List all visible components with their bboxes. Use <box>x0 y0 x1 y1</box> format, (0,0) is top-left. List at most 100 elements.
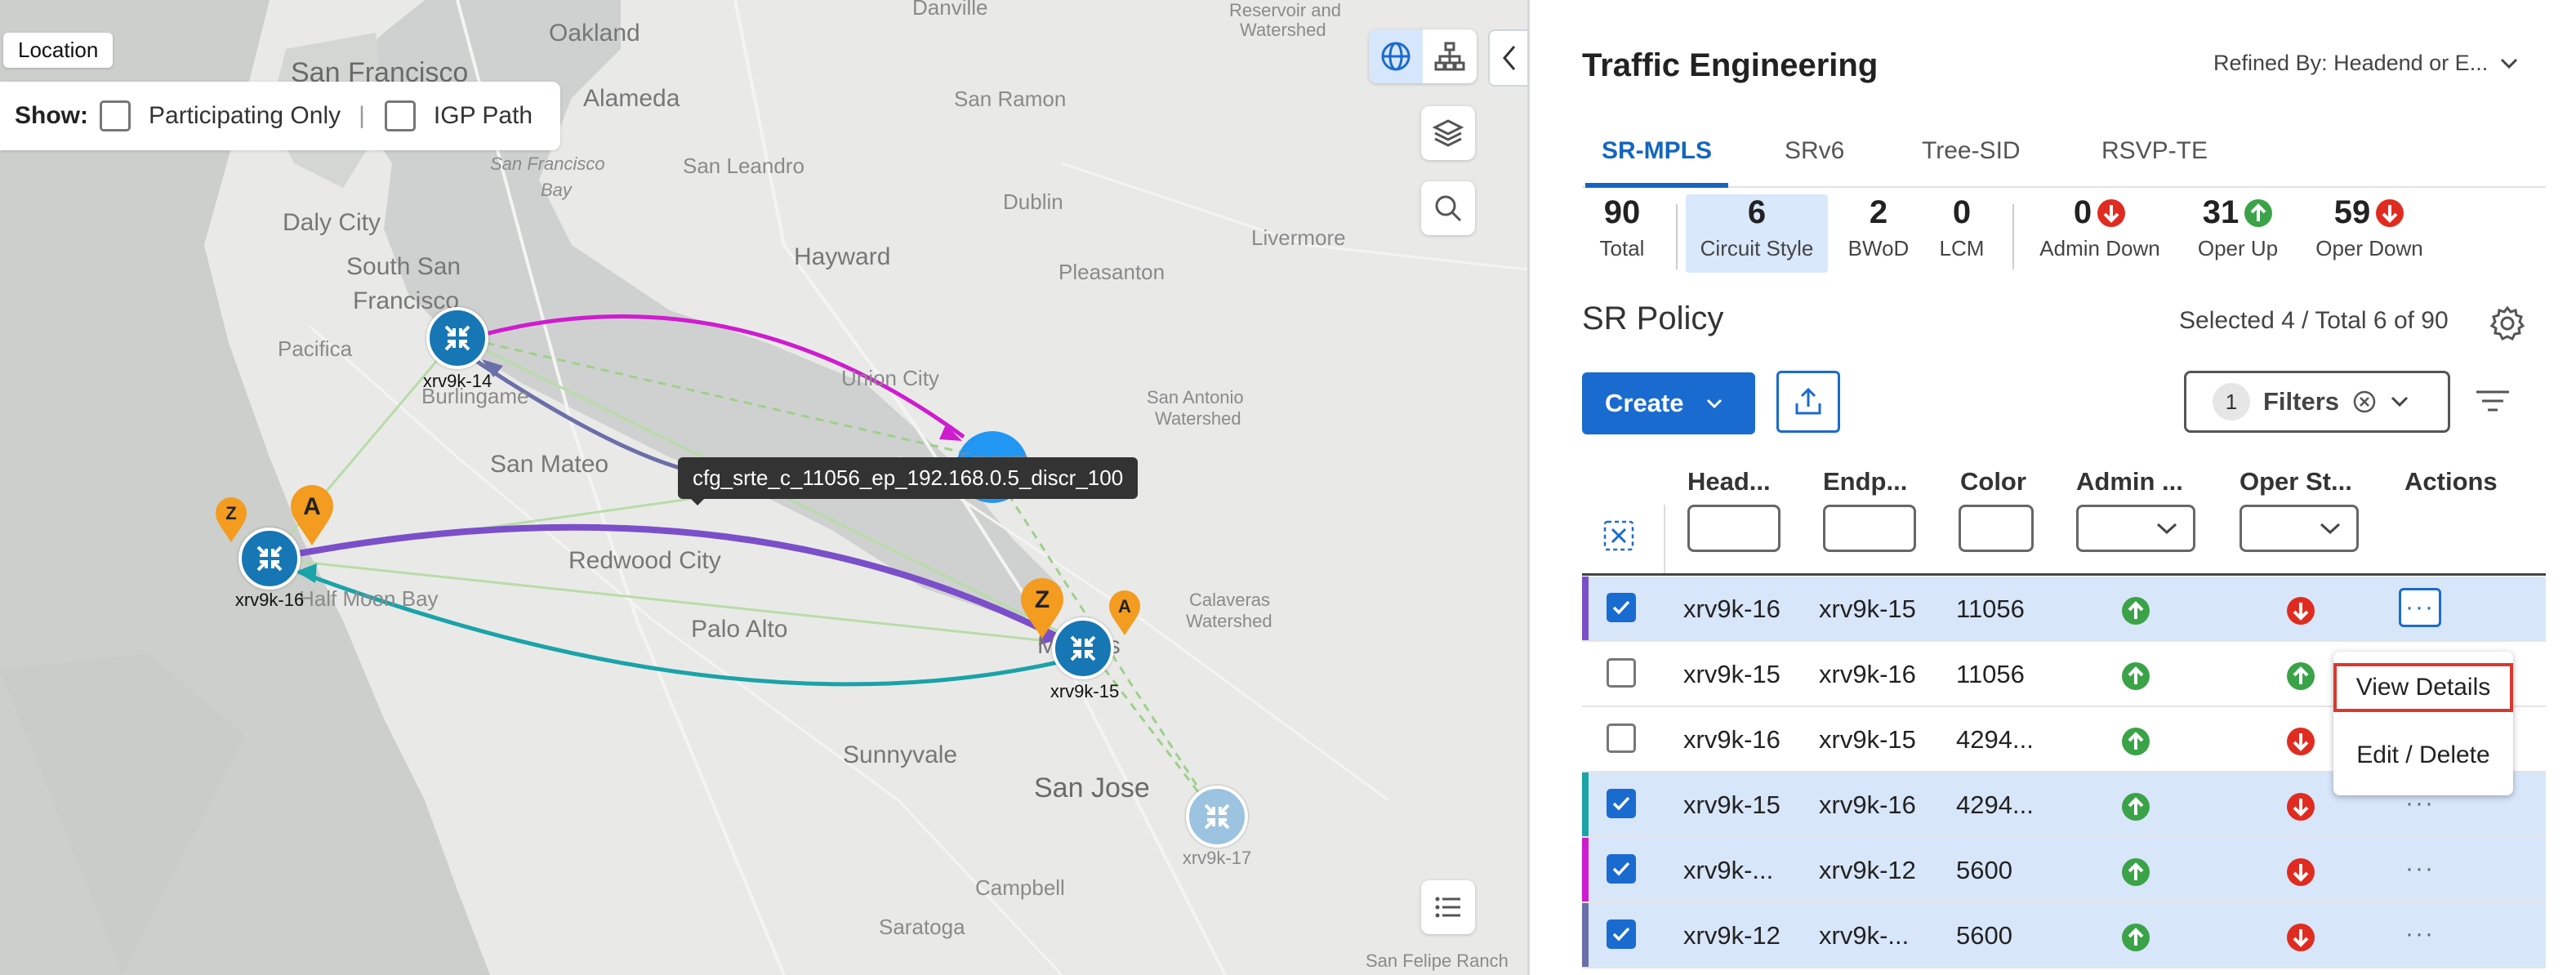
igp-path-checkbox[interactable] <box>384 100 416 131</box>
row-checkbox[interactable] <box>1607 593 1636 622</box>
stat-admin-down[interactable]: 0 Admin Down <box>2029 194 2171 261</box>
city-label: Hayward <box>794 243 891 270</box>
map-search-button[interactable] <box>1421 181 1475 235</box>
node-label: xrv9k-17 <box>1182 848 1252 868</box>
city-label: Redwood City <box>568 547 721 574</box>
pin-a-icon: A <box>1109 590 1140 635</box>
endpoint-cell: xrv9k-15 <box>1819 594 1916 623</box>
row-actions-button[interactable]: ··· <box>2399 849 2441 888</box>
node-label: xrv9k-16 <box>234 590 305 610</box>
color-cell: 11056 <box>1956 660 2025 688</box>
clear-selection-icon[interactable] <box>1602 519 1635 552</box>
view-toggle <box>1369 29 1477 83</box>
status-up-icon <box>2122 858 2150 886</box>
globe-icon <box>1381 42 1411 71</box>
topology-map[interactable]: Danville Reservoir and Watershed Oakland… <box>0 0 1527 975</box>
table-row[interactable]: xrv9k-12 xrv9k-... 5600 ··· <box>1582 903 2546 968</box>
column-header-color[interactable]: Color <box>1960 467 2026 496</box>
row-checkbox[interactable] <box>1607 658 1636 688</box>
status-down-icon <box>2287 793 2315 821</box>
stat-divider <box>2012 204 2014 269</box>
color-filter-input[interactable] <box>1959 505 2034 552</box>
pin-z-icon: Z <box>216 497 247 542</box>
refined-by-dropdown[interactable]: Refined By: Headend or E... <box>2213 51 2519 76</box>
status-down-icon <box>2287 924 2315 951</box>
stat-oper-down[interactable]: 59 Oper Down <box>2310 194 2429 261</box>
sort-filter-icon[interactable] <box>2475 389 2511 413</box>
policy-color-bar <box>1582 903 1589 967</box>
city-label: Pacifica <box>278 336 353 361</box>
export-icon <box>1795 387 1821 415</box>
city-label: San Antonio <box>1147 387 1244 407</box>
city-label: Watershed <box>1186 611 1272 631</box>
view-details-menu-item[interactable]: View Details <box>2333 663 2513 712</box>
layers-icon <box>1432 119 1464 147</box>
admin-state-filter-select[interactable] <box>2076 505 2195 552</box>
chevron-left-icon[interactable] <box>1500 43 1520 73</box>
stat-bwod[interactable]: 2 BWoD <box>1847 194 1910 261</box>
endpoint-filter-input[interactable] <box>1823 505 1916 552</box>
city-label: Watershed <box>1240 20 1326 40</box>
layers-button[interactable] <box>1421 106 1475 160</box>
headend-filter-input[interactable] <box>1687 505 1780 552</box>
headend-cell: xrv9k-15 <box>1683 660 1780 688</box>
column-header-headend[interactable]: Head... <box>1687 467 1771 496</box>
filter-count-badge: 1 <box>2213 383 2250 421</box>
column-header-admin-state[interactable]: Admin ... <box>2076 467 2183 496</box>
stat-oper-up[interactable]: 31 Oper Up <box>2189 194 2287 261</box>
status-up-icon <box>2287 662 2315 690</box>
table-row[interactable]: xrv9k-16 xrv9k-15 11056 ··· <box>1582 577 2546 642</box>
row-checkbox[interactable] <box>1607 789 1636 818</box>
participating-only-checkbox[interactable] <box>100 100 131 131</box>
globe-view-button[interactable] <box>1369 29 1423 83</box>
table-row[interactable]: xrv9k-... xrv9k-12 5600 ··· <box>1582 838 2546 903</box>
oper-state-filter-select[interactable] <box>2240 505 2359 552</box>
stat-lcm[interactable]: 0 LCM <box>1936 194 1988 261</box>
checkmark-icon <box>1612 600 1630 615</box>
stat-label: Admin Down <box>2039 236 2160 260</box>
tab-rsvp-te[interactable]: RSVP-TE <box>2101 137 2208 165</box>
router-node-xrv9k-14[interactable] <box>426 307 488 369</box>
column-header-endpoint[interactable]: Endp... <box>1823 467 1907 496</box>
pin-z-icon: Z <box>1021 578 1063 639</box>
create-button[interactable]: Create <box>1582 372 1755 434</box>
edit-delete-menu-item[interactable]: Edit / Delete <box>2333 741 2513 769</box>
list-icon <box>1435 897 1460 918</box>
stat-circuit-style[interactable]: 6 Circuit Style <box>1686 194 1828 261</box>
tab-srv6[interactable]: SRv6 <box>1785 137 1844 165</box>
legend-list-button[interactable] <box>1421 880 1475 934</box>
filters-button[interactable]: 1 Filters <box>2184 371 2450 433</box>
stat-total[interactable]: 90 Total <box>1594 194 1650 261</box>
igp-path-label: IGP Path <box>433 102 533 129</box>
gear-icon[interactable] <box>2489 305 2525 341</box>
stat-value: 2 <box>1869 194 1888 230</box>
router-icon <box>256 545 283 572</box>
city-label: Calaveras <box>1189 590 1271 610</box>
column-header-oper-state[interactable]: Oper St... <box>2240 467 2352 496</box>
row-checkbox[interactable] <box>1607 919 1636 949</box>
stat-value: 0 <box>1952 194 1972 230</box>
headend-cell: xrv9k-12 <box>1683 921 1780 950</box>
row-actions-button[interactable]: ··· <box>2399 588 2441 627</box>
panel-title: Traffic Engineering <box>1582 47 1879 83</box>
chevron-down-icon <box>1706 398 1722 409</box>
status-up-icon <box>2122 924 2150 951</box>
endpoint-cell: xrv9k-12 <box>1819 856 1916 884</box>
stat-value: 90 <box>1603 194 1641 230</box>
row-checkbox[interactable] <box>1607 723 1636 753</box>
node-label: xrv9k-15 <box>1050 681 1120 701</box>
checkmark-icon <box>1612 927 1630 942</box>
clear-filter-icon[interactable] <box>2352 390 2377 414</box>
topology-view-button[interactable] <box>1423 29 1477 83</box>
export-button[interactable] <box>1776 371 1840 433</box>
status-down-icon <box>2287 858 2315 886</box>
tab-tree-sid[interactable]: Tree-SID <box>1922 137 2021 165</box>
city-label: Sunnyvale <box>843 741 958 768</box>
router-node-xrv9k-17[interactable] <box>1186 786 1248 848</box>
row-checkbox[interactable] <box>1607 854 1636 884</box>
oper-state-cell <box>2286 661 2315 695</box>
pin-label: Z <box>1035 586 1050 613</box>
city-label: San Leandro <box>683 154 804 178</box>
row-actions-button[interactable]: ··· <box>2399 915 2441 954</box>
tab-sr-mpls[interactable]: SR-MPLS <box>1585 137 1728 188</box>
